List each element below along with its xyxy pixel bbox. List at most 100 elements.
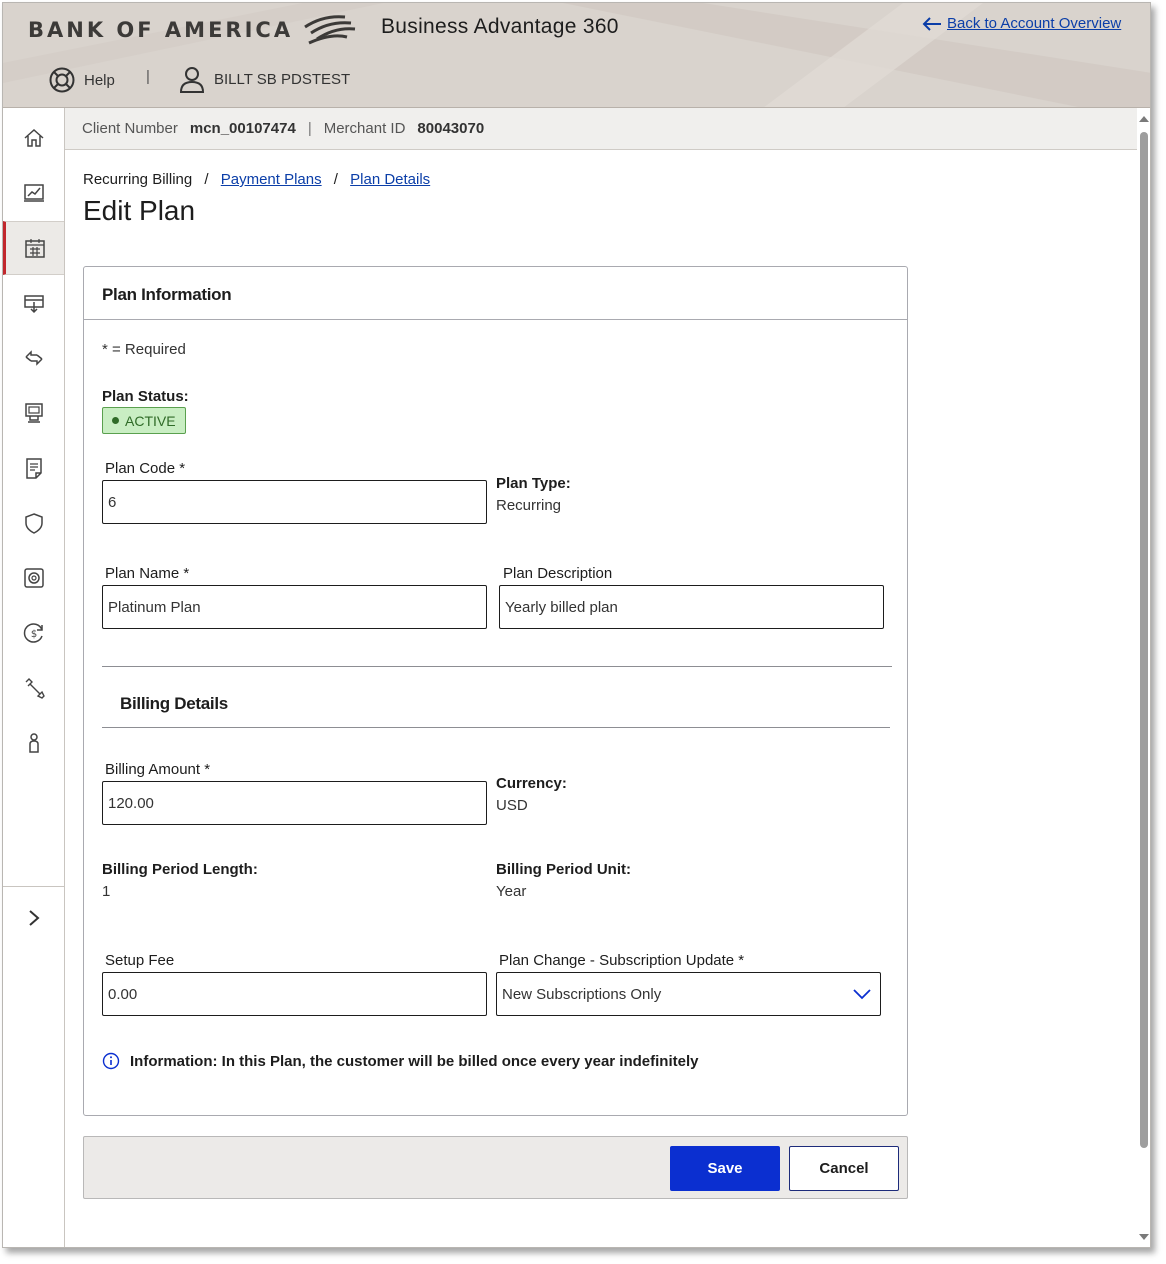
- billing-amount-label: Billing Amount *: [105, 761, 211, 778]
- plan-information-heading: Plan Information: [84, 267, 907, 320]
- section-divider: [102, 727, 890, 728]
- status-dot-icon: [112, 417, 119, 424]
- user-menu[interactable]: BILLT SB PDSTEST: [178, 65, 350, 93]
- billing-period-unit-label: Billing Period Unit:: [496, 861, 631, 878]
- plan-name-input[interactable]: [102, 585, 487, 629]
- deposit-icon: [23, 295, 44, 314]
- breadcrumb-recurring-billing: Recurring Billing: [83, 171, 193, 188]
- nav-profile[interactable]: [3, 716, 64, 770]
- shield-icon: [24, 513, 43, 534]
- currency-label: Currency:: [496, 775, 567, 792]
- infobar-separator: |: [307, 120, 312, 137]
- plan-description-label: Plan Description: [503, 565, 613, 582]
- plan-name-label: Plan Name *: [105, 565, 190, 582]
- page-title: Edit Plan: [83, 195, 196, 226]
- currency-value: USD: [496, 797, 528, 814]
- billing-period-length-label: Billing Period Length:: [102, 861, 258, 878]
- svg-text:$: $: [30, 629, 36, 640]
- info-icon: [102, 1052, 120, 1070]
- chevron-down-icon: [853, 989, 871, 1000]
- breadcrumb: Recurring Billing / Payment Plans / Plan…: [83, 171, 430, 188]
- billing-period-length-value: 1: [102, 883, 111, 900]
- nav-tools[interactable]: [3, 661, 64, 715]
- back-to-account-overview-link[interactable]: Back to Account Overview: [921, 15, 1121, 32]
- help-button[interactable]: Help: [48, 66, 115, 94]
- merchant-id-label: Merchant ID: [323, 120, 406, 137]
- client-number-value: mcn_00107474: [189, 120, 296, 137]
- nav-documents[interactable]: [3, 441, 64, 495]
- client-number-label: Client Number: [82, 120, 178, 137]
- expand-sidebar-button[interactable]: [3, 896, 64, 940]
- setup-fee-label: Setup Fee: [105, 952, 175, 969]
- plan-description-input[interactable]: [499, 585, 884, 629]
- user-icon: [179, 67, 205, 93]
- form-actions-bar: Save Cancel: [83, 1136, 908, 1199]
- billing-amount-input[interactable]: [102, 781, 487, 825]
- chart-icon: [23, 184, 44, 202]
- plan-form-card: Plan Information * = Required Plan Statu…: [83, 266, 908, 1116]
- lifebuoy-icon: [49, 67, 75, 93]
- required-note: * = Required: [102, 341, 186, 358]
- section-divider: [102, 666, 892, 667]
- help-label: Help: [84, 71, 115, 89]
- merchant-id-value: 80043070: [417, 120, 485, 137]
- plan-type-value: Recurring: [496, 497, 562, 514]
- breadcrumb-separator: /: [333, 171, 338, 188]
- client-info-bar: Client Number mcn_00107474 | Merchant ID…: [65, 108, 1137, 150]
- nav-recurring-billing[interactable]: [3, 221, 64, 275]
- nav-security[interactable]: [3, 496, 64, 550]
- nav-safe[interactable]: [3, 551, 64, 605]
- header: BANK OF AMERICA Business Advantage 360 B…: [3, 3, 1150, 108]
- plan-change-selected-value: New Subscriptions Only: [502, 985, 662, 1003]
- safe-icon: [23, 568, 44, 588]
- bank-logo[interactable]: BANK OF AMERICA: [28, 15, 357, 45]
- transfer-icon: [24, 350, 43, 366]
- nav-reports[interactable]: [3, 166, 64, 220]
- app-window: BANK OF AMERICA Business Advantage 360 B…: [2, 2, 1151, 1248]
- billing-period-unit-value: Year: [496, 883, 527, 900]
- arrow-left-icon: [922, 16, 941, 31]
- save-button[interactable]: Save: [670, 1146, 780, 1191]
- dollar-cycle-icon: $: [23, 623, 43, 643]
- plan-code-label: Plan Code *: [105, 460, 186, 477]
- plan-change-label: Plan Change - Subscription Update *: [499, 952, 745, 969]
- plan-info-text: Information: In this Plan, the customer …: [130, 1052, 699, 1070]
- sidebar-divider: [3, 886, 64, 887]
- back-link-label: Back to Account Overview: [947, 15, 1122, 32]
- calendar-icon: [25, 239, 45, 258]
- logo-text: BANK OF AMERICA: [28, 18, 294, 42]
- tools-icon: [25, 678, 45, 699]
- scroll-down-arrow[interactable]: [1139, 1234, 1149, 1240]
- status-badge-text: ACTIVE: [125, 412, 176, 429]
- home-icon: [24, 128, 43, 147]
- sidebar-nav: $: [3, 108, 65, 1247]
- flag-logo-icon: [304, 15, 356, 45]
- setup-fee-input[interactable]: [102, 972, 487, 1016]
- vertical-scrollbar[interactable]: [1137, 108, 1150, 1247]
- nav-payments[interactable]: $: [3, 606, 64, 660]
- nav-transfers[interactable]: [3, 331, 64, 385]
- breadcrumb-separator: /: [204, 171, 209, 188]
- cancel-button[interactable]: Cancel: [789, 1146, 899, 1191]
- scroll-up-arrow[interactable]: [1139, 116, 1149, 122]
- breadcrumb-plan-details-link[interactable]: Plan Details: [350, 171, 430, 188]
- person-icon: [28, 733, 39, 753]
- terminal-icon: [24, 403, 43, 423]
- product-name: Business Advantage 360: [381, 15, 619, 38]
- plan-change-select[interactable]: New Subscriptions Only: [496, 972, 881, 1016]
- user-name: BILLT SB PDSTEST: [214, 70, 351, 88]
- plan-status-label: Plan Status:: [102, 388, 189, 405]
- chevron-right-icon: [28, 910, 40, 926]
- document-icon: [25, 458, 42, 479]
- status-badge: ACTIVE: [102, 407, 186, 434]
- plan-info-message: Information: In this Plan, the customer …: [102, 1052, 698, 1070]
- nav-home[interactable]: [3, 111, 64, 165]
- nav-deposits[interactable]: [3, 276, 64, 330]
- header-separator: |: [146, 68, 150, 85]
- scroll-thumb[interactable]: [1140, 132, 1148, 1148]
- breadcrumb-payment-plans-link[interactable]: Payment Plans: [221, 171, 322, 188]
- nav-terminal[interactable]: [3, 386, 64, 440]
- billing-details-heading: Billing Details: [120, 694, 228, 713]
- plan-type-label: Plan Type:: [496, 475, 571, 492]
- plan-code-input[interactable]: [102, 480, 487, 524]
